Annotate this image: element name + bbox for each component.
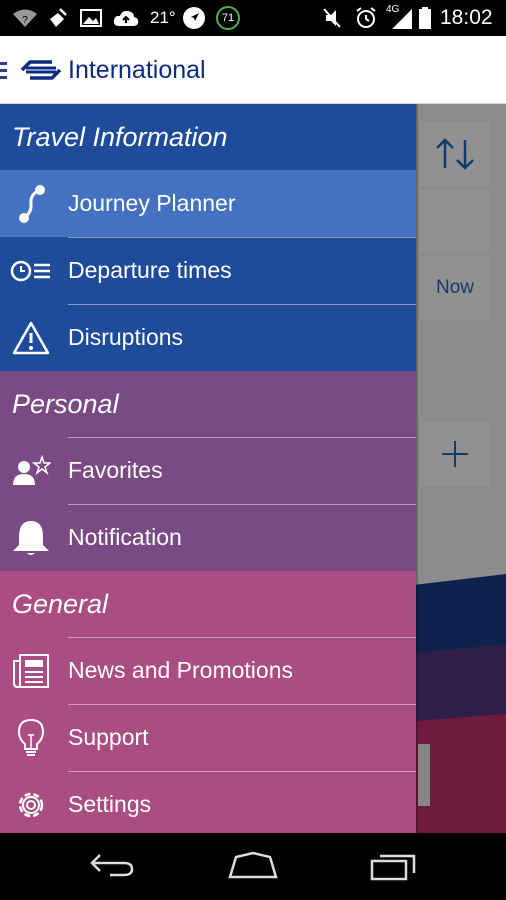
departures-icon (10, 251, 52, 291)
app-bar: International (0, 36, 506, 104)
speed-badge-icon: 71 (215, 0, 241, 36)
battery-icon (418, 0, 432, 36)
drawer-item-label: Favorites (68, 457, 163, 483)
drawer-item-settings[interactable]: Settings (0, 771, 416, 833)
wifi-icon: ? (12, 0, 38, 36)
drawer-edge-shadow (416, 104, 418, 833)
drawer-item-label: News and Promotions (68, 657, 293, 683)
section-travel-information: Travel Information Journey Planner Depar… (0, 104, 416, 371)
speed-badge-value: 71 (221, 12, 235, 24)
section-header-travel-information: Travel Information (12, 121, 228, 152)
drawer-item-label: Settings (68, 791, 152, 817)
drawer-item-journey-planner[interactable]: Journey Planner (0, 170, 416, 237)
drawer-item-label: Support (68, 724, 149, 750)
drawer-item-favorites[interactable]: Favorites (0, 437, 416, 504)
mute-icon (322, 0, 342, 36)
svg-text:?: ? (22, 15, 28, 26)
alarm-icon (354, 0, 378, 36)
drawer-item-departure-times[interactable]: Departure times (0, 237, 416, 304)
drawer-item-support[interactable]: Support (0, 704, 416, 771)
gear-icon (10, 785, 52, 825)
drawer-item-label: Departure times (68, 257, 232, 283)
section-header-personal: Personal (12, 388, 119, 419)
newspaper-icon (10, 651, 52, 691)
bell-icon (10, 518, 52, 558)
drawer-item-notification[interactable]: Notification (0, 504, 416, 571)
broom-icon (46, 0, 70, 36)
status-bar: ? 21° 71 4G 18:02 (0, 0, 506, 36)
image-icon (80, 0, 102, 36)
drawer-item-label: Journey Planner (68, 190, 236, 216)
drawer-item-news-and-promotions[interactable]: News and Promotions (0, 637, 416, 704)
lightbulb-icon (10, 718, 52, 758)
drawer-item-label: Disruptions (68, 324, 184, 350)
section-general: General News and Promotions Support Sett… (0, 571, 416, 833)
temperature-text: 21° (150, 8, 176, 27)
back-icon[interactable] (88, 851, 136, 884)
ns-logo (20, 58, 62, 82)
section-header-general: General (12, 588, 109, 619)
navigation-drawer: Travel Information Journey Planner Depar… (0, 104, 416, 833)
section-personal: Personal Favorites Notification (0, 371, 416, 571)
cloud-upload-icon (112, 0, 140, 36)
drawer-item-label: Notification (68, 524, 182, 550)
drawer-item-disruptions[interactable]: Disruptions (0, 304, 416, 371)
network-type: 4G (386, 4, 400, 15)
home-icon[interactable] (226, 851, 280, 884)
recent-apps-icon[interactable] (370, 851, 420, 886)
system-nav-bar (0, 833, 506, 900)
app-title: International (68, 56, 206, 84)
favorite-person-icon (10, 451, 52, 491)
navigation-icon (182, 0, 206, 36)
signal-icon: 4G (386, 0, 414, 36)
route-icon (10, 184, 52, 224)
warning-icon (10, 318, 52, 358)
menu-icon[interactable] (0, 62, 7, 80)
clock: 18:02 (440, 6, 493, 29)
